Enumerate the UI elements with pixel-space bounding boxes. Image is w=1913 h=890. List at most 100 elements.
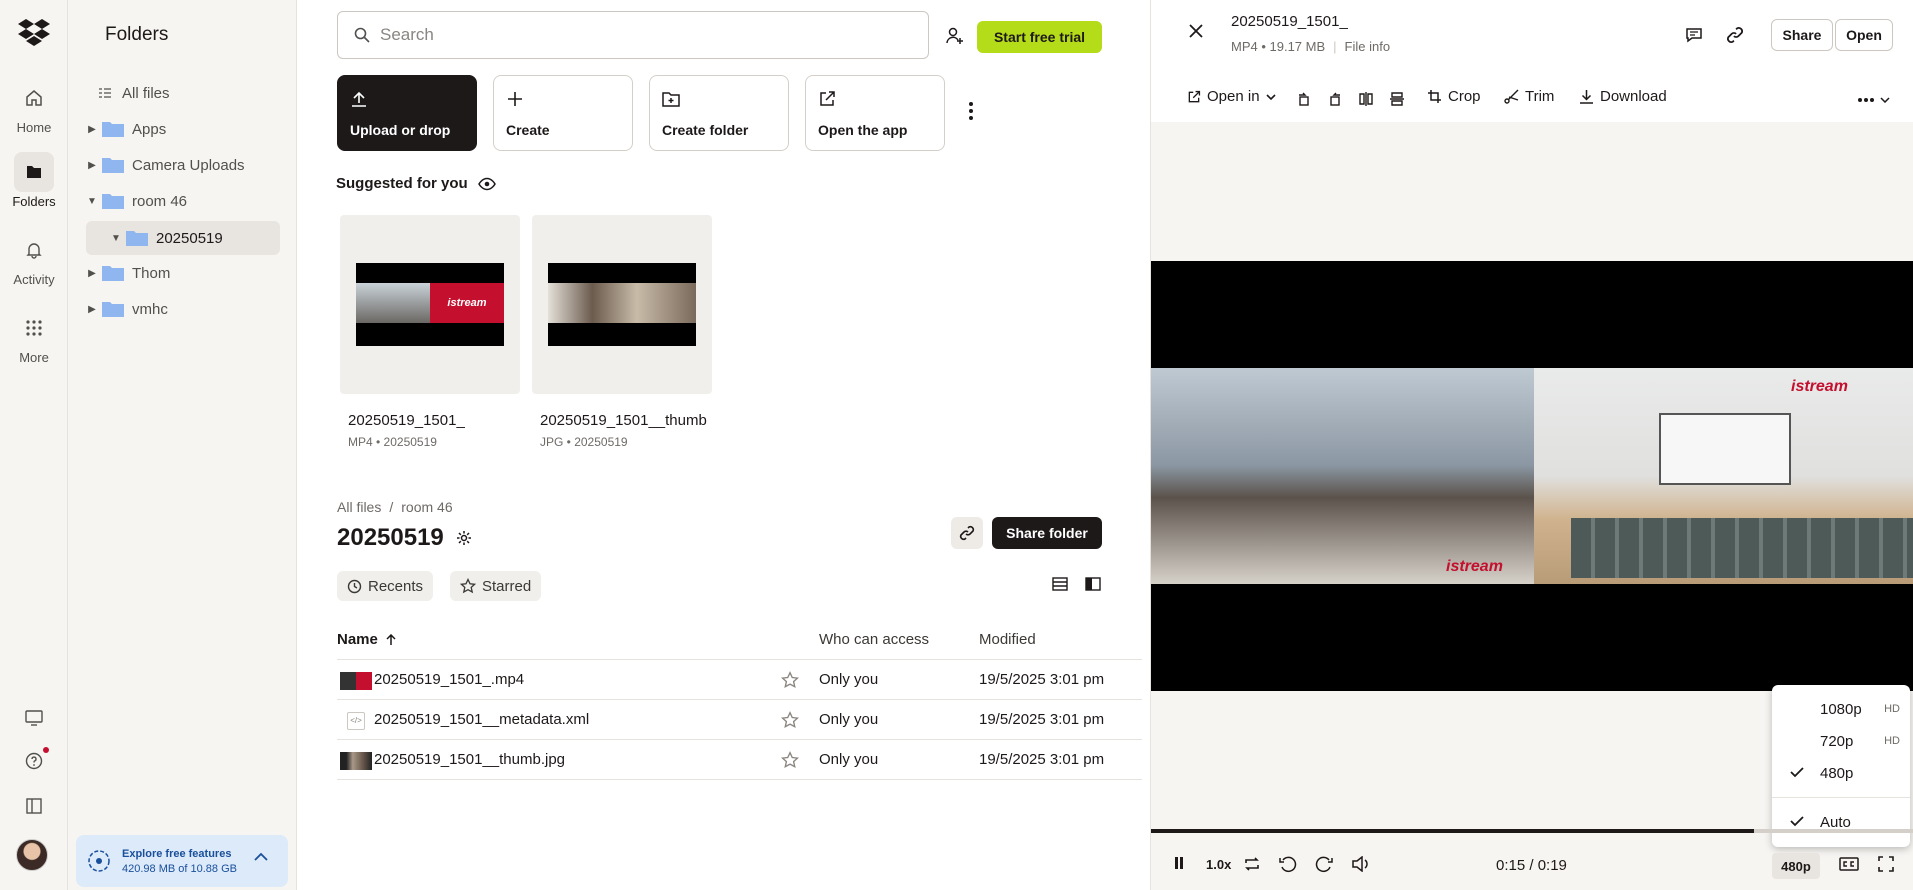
share-folder-button[interactable]: Share folder	[992, 517, 1102, 549]
list-view-icon[interactable]	[1052, 576, 1068, 592]
column-name[interactable]: Name	[337, 631, 396, 648]
quality-option-1080p[interactable]: 1080p HD	[1772, 694, 1910, 726]
chevron-up-icon[interactable]	[254, 852, 268, 862]
open-button[interactable]: Open	[1835, 19, 1893, 51]
sidebar-toggle-icon[interactable]	[22, 794, 46, 818]
playback-speed[interactable]: 1.0x	[1206, 857, 1231, 872]
open-app-label: Open the app	[818, 122, 908, 138]
create-label: Create	[506, 122, 550, 138]
column-access[interactable]: Who can access	[819, 631, 929, 648]
filter-starred[interactable]: Starred	[450, 571, 542, 601]
rewind-10-icon[interactable]	[1279, 856, 1297, 874]
breadcrumb-room-46[interactable]: room 46	[401, 499, 452, 515]
volume-icon[interactable]	[1352, 856, 1370, 872]
table-row[interactable]: 20250519_1501_.mp4 Only you 19/5/2025 3:…	[337, 659, 1142, 699]
column-modified[interactable]: Modified	[979, 631, 1036, 648]
desktop-app-icon[interactable]	[22, 706, 46, 730]
rotate-right-icon[interactable]	[1327, 91, 1343, 107]
add-person-icon[interactable]	[945, 26, 965, 46]
rotate-left-icon[interactable]	[1296, 91, 1312, 107]
storage-upsell[interactable]: Explore free features 420.98 MB of 10.88…	[76, 835, 288, 887]
file-modified: 19/5/2025 3:01 pm	[979, 711, 1105, 728]
more-options-icon[interactable]	[968, 101, 974, 121]
search-input[interactable]: Search	[337, 11, 929, 59]
avatar[interactable]	[16, 839, 48, 871]
chevron-right-icon[interactable]: ▶	[84, 160, 100, 171]
upload-card[interactable]: Upload or drop	[337, 75, 477, 151]
eye-icon[interactable]	[477, 177, 496, 191]
quality-option-480p[interactable]: 480p	[1772, 758, 1910, 790]
file-access: Only you	[819, 751, 879, 768]
plus-icon	[508, 92, 522, 106]
open-in-menu[interactable]: Open in	[1187, 88, 1276, 105]
forward-10-icon[interactable]	[1315, 856, 1333, 874]
close-icon[interactable]	[1189, 24, 1203, 38]
star-icon[interactable]	[781, 711, 799, 729]
download-button[interactable]: Download	[1579, 88, 1667, 105]
rail-folders[interactable]: Folders	[0, 152, 68, 209]
comment-icon[interactable]	[1685, 26, 1703, 44]
tree-item-all-files[interactable]: All files	[98, 76, 294, 110]
gear-icon[interactable]	[456, 530, 472, 546]
chevron-right-icon[interactable]: ▶	[84, 124, 100, 135]
link-icon[interactable]	[1726, 26, 1744, 44]
table-row[interactable]: 20250519_1501__thumb.jpg Only you 19/5/2…	[337, 739, 1142, 780]
rail-home-label: Home	[16, 120, 52, 135]
check-icon	[1790, 815, 1804, 827]
chevron-down-icon	[1265, 93, 1276, 100]
star-icon[interactable]	[781, 671, 799, 689]
filter-recents[interactable]: Recents	[337, 571, 434, 601]
dropbox-logo-icon[interactable]	[18, 18, 50, 46]
flip-vertical-icon[interactable]	[1389, 91, 1405, 107]
pause-icon[interactable]	[1173, 856, 1185, 870]
tree-item-apps[interactable]: ▶ Apps	[84, 112, 280, 146]
upload-icon	[352, 91, 366, 107]
more-options-icon[interactable]	[1857, 97, 1893, 103]
file-info-link[interactable]: File info	[1345, 39, 1391, 54]
trim-button[interactable]: Trim	[1504, 88, 1554, 105]
video-progress-bar[interactable]	[1151, 829, 1913, 833]
open-app-card[interactable]: Open the app	[805, 75, 945, 151]
quality-option-720p[interactable]: 720p HD	[1772, 726, 1910, 758]
tree-item-thom[interactable]: ▶ Thom	[84, 256, 280, 290]
rail-more[interactable]: More	[0, 308, 68, 365]
flip-horizontal-icon[interactable]	[1358, 91, 1374, 107]
file-modified: 19/5/2025 3:01 pm	[979, 671, 1105, 688]
create-card[interactable]: Create	[493, 75, 633, 151]
crop-button[interactable]: Crop	[1427, 88, 1481, 105]
page-title: 20250519	[337, 524, 472, 552]
bell-icon	[14, 230, 54, 270]
tree-item-label: All files	[122, 84, 170, 102]
suggested-tile[interactable]: istream 20250519_1501_ MP4 • 20250519	[340, 215, 520, 449]
tree-item-room-46[interactable]: ▼ room 46	[84, 184, 280, 218]
tree-item-vmhc[interactable]: ▶ vmhc	[84, 292, 280, 326]
thumb-brand-text: istream	[430, 283, 504, 323]
chevron-right-icon[interactable]: ▶	[84, 304, 100, 315]
quality-button[interactable]: 480p	[1772, 853, 1820, 879]
code-file-icon: </>	[347, 712, 365, 730]
copy-link-button[interactable]	[951, 517, 983, 549]
chevron-right-icon[interactable]: ▶	[84, 268, 100, 279]
rail-activity[interactable]: Activity	[0, 230, 68, 287]
share-button[interactable]: Share	[1771, 19, 1833, 51]
suggested-tile[interactable]: 20250519_1501__thumb JPG • 20250519	[532, 215, 712, 449]
tree-item-camera-uploads[interactable]: ▶ Camera Uploads	[84, 148, 280, 182]
breadcrumb-all-files[interactable]: All files	[337, 499, 381, 515]
info-panel-icon[interactable]	[1085, 576, 1101, 592]
table-row[interactable]: </> 20250519_1501__metadata.xml Only you…	[337, 699, 1142, 739]
start-free-trial-button[interactable]: Start free trial	[977, 21, 1102, 53]
chevron-down-icon[interactable]: ▼	[84, 196, 100, 207]
create-folder-card[interactable]: Create folder	[649, 75, 789, 151]
video-thumbnail: istream	[340, 215, 520, 394]
chevron-down-icon[interactable]: ▼	[108, 233, 124, 244]
quality-option-auto[interactable]: Auto	[1772, 807, 1910, 839]
loop-icon[interactable]	[1243, 856, 1261, 872]
star-icon[interactable]	[781, 751, 799, 769]
fullscreen-icon[interactable]	[1878, 856, 1894, 872]
tree-item-20250519[interactable]: ▼ 20250519	[86, 221, 280, 255]
folder-plus-icon	[662, 92, 680, 107]
rail-home[interactable]: Home	[0, 78, 68, 135]
captions-icon[interactable]	[1839, 856, 1859, 872]
help-icon[interactable]	[22, 749, 46, 773]
video-player[interactable]: istream istream	[1151, 261, 1913, 691]
